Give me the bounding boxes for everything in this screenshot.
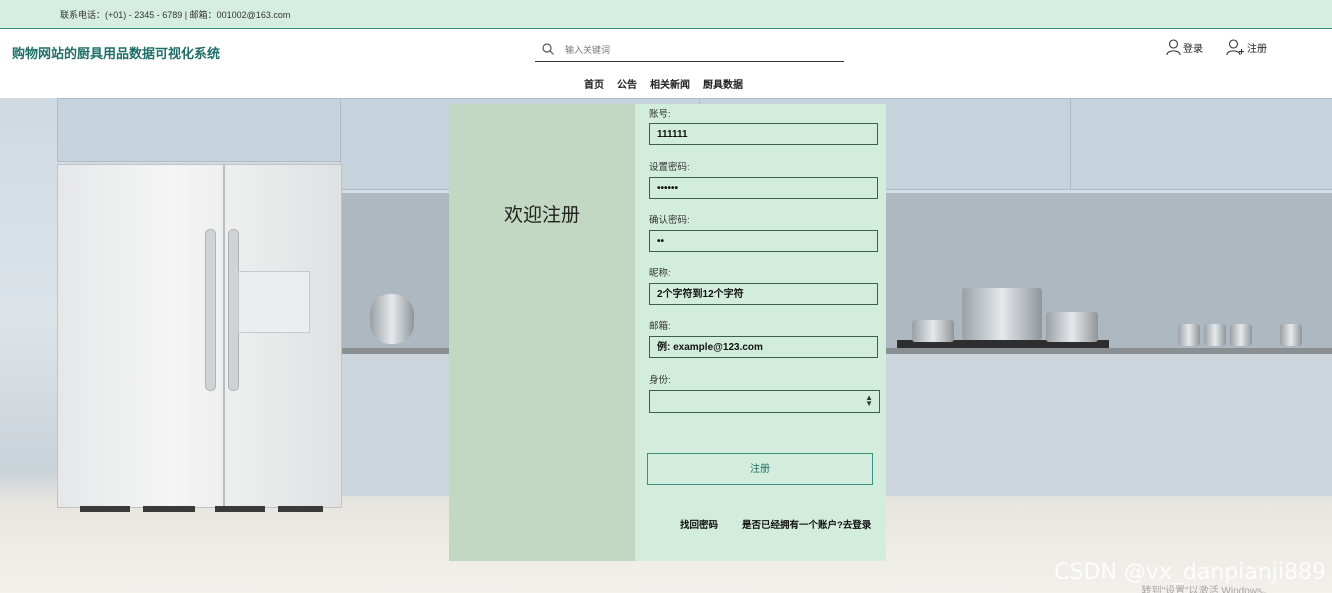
forgot-password-link[interactable]: 找回密码 [680, 517, 718, 531]
fridge-vent [80, 506, 130, 512]
fridge-vent [215, 506, 265, 512]
nickname-label: 昵称: [649, 268, 671, 279]
nav-item-home[interactable]: 首页 [584, 76, 604, 91]
account-label: 账号: [649, 109, 671, 120]
password-label: 设置密码: [649, 162, 690, 173]
nav-item-notice[interactable]: 公告 [617, 76, 637, 91]
upper-cabinet [57, 98, 341, 162]
nav-item-news[interactable]: 相关新闻 [650, 76, 690, 91]
login-link[interactable]: 登录 [1166, 39, 1203, 56]
register-welcome-panel: 欢迎注册 [449, 104, 635, 561]
fridge [57, 164, 342, 508]
lower-cabinet [944, 354, 1097, 496]
account-input[interactable] [649, 123, 878, 145]
select-arrows-icon: ▲ ▼ [865, 393, 873, 408]
identity-select[interactable]: ▲ ▼ [649, 390, 880, 413]
lower-cabinet [1246, 354, 1332, 496]
site-title[interactable]: 购物网站的厨具用品数据可视化系统 [12, 43, 220, 62]
go-to-login-link[interactable]: 是否已经拥有一个账户?去登录 [742, 517, 871, 531]
dish-rack [370, 294, 414, 344]
os-activation-watermark: 转到"设置"以激活 Windows。 [1141, 586, 1272, 593]
contact-info: 联系电话：(+01) - 2345 - 6789 | 邮箱：001002@163… [60, 10, 291, 20]
contact-bar: 联系电话：(+01) - 2345 - 6789 | 邮箱：001002@163… [0, 0, 1332, 29]
search-input[interactable] [563, 41, 837, 59]
upper-cabinet [1070, 98, 1332, 190]
confirm-password-label: 确认密码: [649, 215, 690, 226]
register-label: 注册 [1247, 44, 1267, 55]
fridge-vent [143, 506, 195, 512]
register-submit-button[interactable]: 注册 [647, 453, 873, 485]
identity-label: 身份: [649, 375, 671, 386]
canister [1230, 324, 1252, 346]
search-bar [535, 39, 844, 62]
canister [1204, 324, 1226, 346]
search-icon[interactable] [541, 42, 555, 56]
email-label: 邮箱: [649, 321, 671, 332]
pot [912, 320, 954, 342]
register-link[interactable]: 注册 [1226, 39, 1267, 56]
user-icon [1166, 39, 1181, 56]
welcome-title: 欢迎注册 [503, 205, 580, 226]
login-label: 登录 [1183, 44, 1203, 55]
fridge-vent [278, 506, 323, 512]
confirm-password-input[interactable] [649, 230, 878, 252]
password-input[interactable] [649, 177, 878, 199]
canister [1178, 324, 1200, 346]
pot [1046, 312, 1098, 342]
site-header: 购物网站的厨具用品数据可视化系统 登录 注册 首页 公告 相关新闻 厨具数据 [0, 29, 1332, 98]
nickname-input[interactable] [649, 283, 878, 305]
fridge-handle [205, 229, 216, 391]
main-nav: 首页 公告 相关新闻 厨具数据 [584, 76, 743, 91]
nav-item-kitchenware-data[interactable]: 厨具数据 [703, 76, 743, 91]
fridge-dispenser [238, 271, 310, 333]
register-form: 账号: 设置密码: 确认密码: 昵称: 邮箱: 身份: ▲▼ 注册 找回密码 是… [635, 104, 886, 561]
pot [962, 288, 1042, 340]
lower-cabinet [1096, 354, 1247, 496]
email-input[interactable] [649, 336, 878, 358]
add-user-icon [1226, 39, 1244, 56]
fridge-door-split [223, 165, 225, 507]
lower-cabinet [886, 354, 945, 496]
canister [1280, 324, 1302, 346]
lower-cabinet [340, 354, 451, 496]
